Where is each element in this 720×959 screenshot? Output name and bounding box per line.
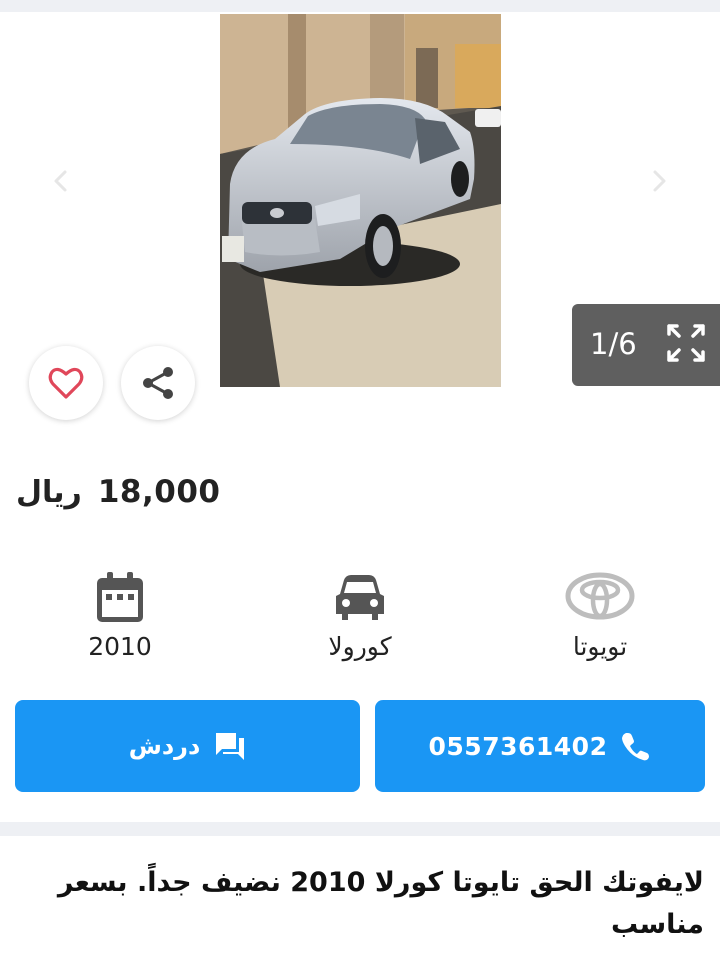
call-button[interactable]: 0557361402	[375, 700, 705, 792]
heart-icon	[48, 367, 84, 399]
spec-year: 2010	[50, 572, 190, 672]
share-button[interactable]	[121, 346, 195, 420]
section-divider	[0, 822, 720, 836]
image-counter-expand-button[interactable]: 1/6	[572, 304, 720, 386]
favorite-button[interactable]	[29, 346, 103, 420]
phone-number: 0557361402	[428, 731, 608, 761]
spec-make: تويوتا	[530, 572, 670, 672]
price: ريال 18,000	[16, 474, 220, 520]
share-icon	[143, 367, 173, 399]
chat-icon	[216, 733, 245, 760]
chat-label: دردش	[128, 732, 201, 760]
chat-button[interactable]: دردش	[15, 700, 360, 792]
next-image-button[interactable]	[646, 168, 672, 194]
phone-icon	[622, 733, 650, 761]
calendar-icon	[97, 572, 143, 622]
chevron-left-icon	[53, 169, 68, 193]
spec-model: كورولا	[290, 572, 430, 672]
prev-image-button[interactable]	[48, 168, 74, 194]
spec-year-value: 2010	[88, 632, 152, 661]
image-gallery: 1/6	[0, 12, 720, 432]
image-counter: 1/6	[590, 327, 637, 361]
listing-photo[interactable]	[220, 14, 501, 387]
price-currency: ريال	[16, 475, 82, 510]
price-value: 18,000	[97, 474, 221, 510]
expand-icon	[667, 324, 705, 362]
toyota-logo-icon	[565, 572, 635, 620]
spec-model-value: كورولا	[328, 632, 392, 661]
chevron-right-icon	[653, 170, 666, 192]
top-bar	[0, 0, 720, 12]
spec-make-value: تويوتا	[572, 632, 628, 661]
car-icon	[336, 575, 384, 620]
listing-description: لايفوتك الحق تايوتا كورلا 2010 نضيف جداً…	[57, 867, 704, 940]
